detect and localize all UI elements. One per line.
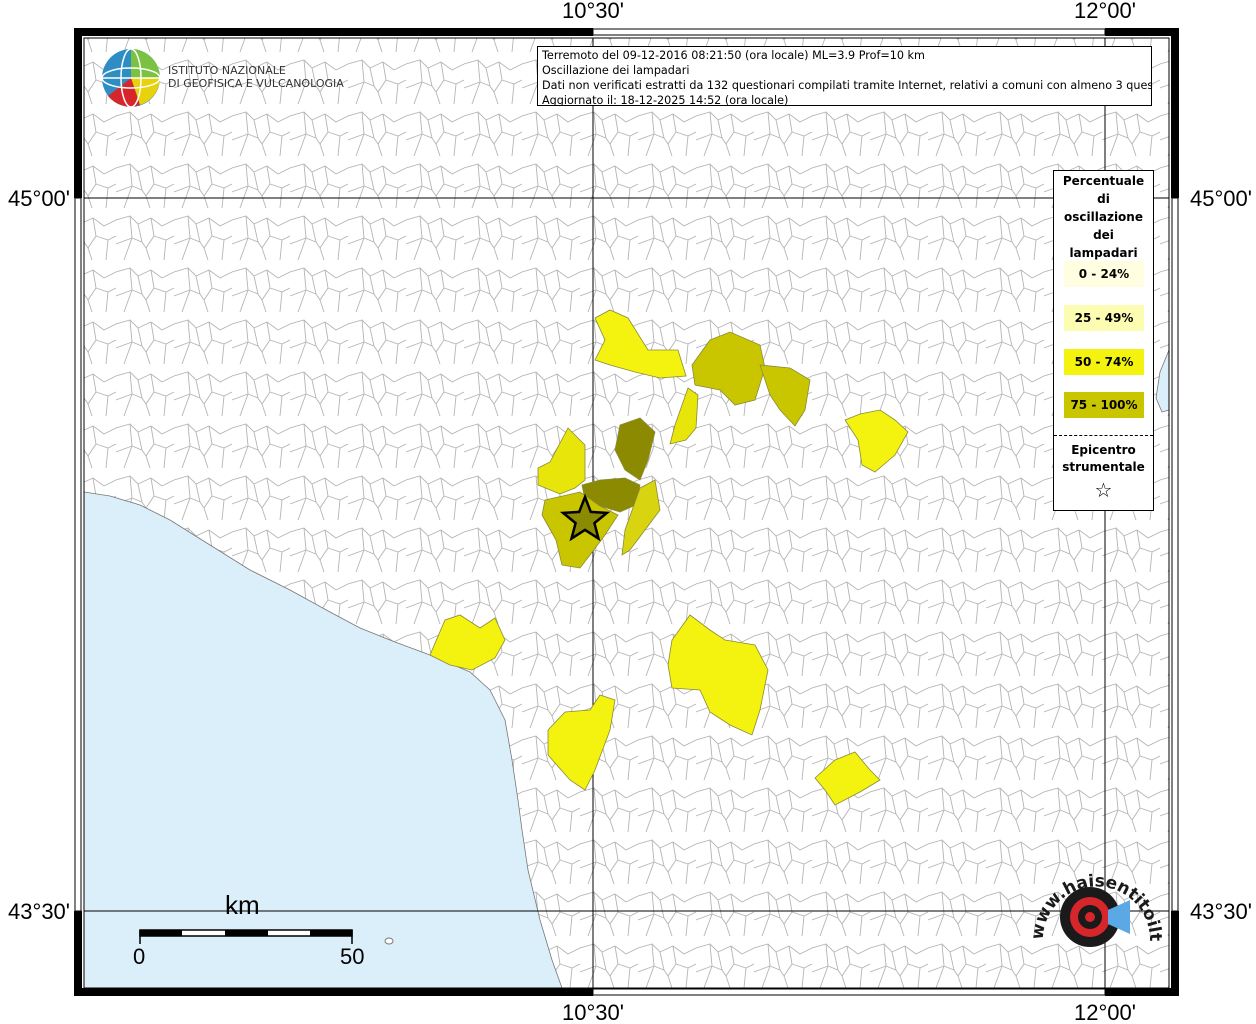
legend-separator <box>1054 435 1153 436</box>
legend-title-line: oscillazione <box>1064 210 1143 224</box>
scale-max-label: 50 <box>340 944 365 969</box>
scale-unit-label: km <box>225 890 260 920</box>
lat-tick-label-left: 45°00' <box>8 186 70 211</box>
lat-tick-label-right: 45°00' <box>1190 186 1252 211</box>
event-info-line: Dati non verificati estratti da 132 ques… <box>542 79 1152 92</box>
scale-min-label: 0 <box>133 944 146 969</box>
legend-title-line: lampadari <box>1069 246 1138 260</box>
legend-class: 25 - 49% <box>1064 305 1144 331</box>
lat-tick-label-left: 43°30' <box>8 899 70 924</box>
legend-title-line: Percentuale <box>1062 174 1145 188</box>
legend-class: 50 - 74% <box>1064 349 1144 375</box>
legend-star-icon: ☆ <box>1094 478 1113 502</box>
intensity-map: 10°30' 12°00' 10°30' 12°00' 45°00' 43°30… <box>0 0 1252 1024</box>
event-info-line: Oscillazione dei lampadari <box>542 64 690 77</box>
institute-name-line1: Istituto Nazionale <box>168 64 286 77</box>
event-info-line: Terremoto del 09-12-2016 08:21:50 (ora l… <box>542 49 925 62</box>
event-info-box: Terremoto del 09-12-2016 08:21:50 (ora l… <box>537 46 1152 106</box>
institute-name-line2: di Geofisica e Vulcanologia <box>168 77 344 90</box>
legend-class: 75 - 100% <box>1064 392 1144 418</box>
event-info-line: Aggiornato il: 18-12-2025 14:52 (ora loc… <box>542 94 789 106</box>
legend-title: Percentuale di oscillazione dei lampadar… <box>1054 172 1153 262</box>
ingv-globe-icon <box>101 48 161 108</box>
lon-tick-label-bottom: 12°00' <box>1074 1000 1136 1024</box>
lon-tick-label-bottom: 10°30' <box>562 1000 624 1024</box>
legend-epicenter-line: strumentale <box>1062 460 1145 474</box>
legend-epicenter-label: Epicentro strumentale <box>1054 442 1153 476</box>
legend-title-line: dei <box>1093 228 1114 242</box>
lat-tick-label-right: 43°30' <box>1190 899 1252 924</box>
island <box>384 937 394 945</box>
lon-tick-label-top: 10°30' <box>562 0 624 23</box>
institute-name: Istituto Nazionale di Geofisica e Vulcan… <box>168 64 344 90</box>
legend-title-line: di <box>1097 192 1110 206</box>
legend: Percentuale di oscillazione dei lampadar… <box>1053 170 1154 511</box>
legend-class: 0 - 24% <box>1064 261 1144 287</box>
lon-tick-label-top: 12°00' <box>1074 0 1136 23</box>
legend-epicenter-line: Epicentro <box>1071 443 1136 457</box>
